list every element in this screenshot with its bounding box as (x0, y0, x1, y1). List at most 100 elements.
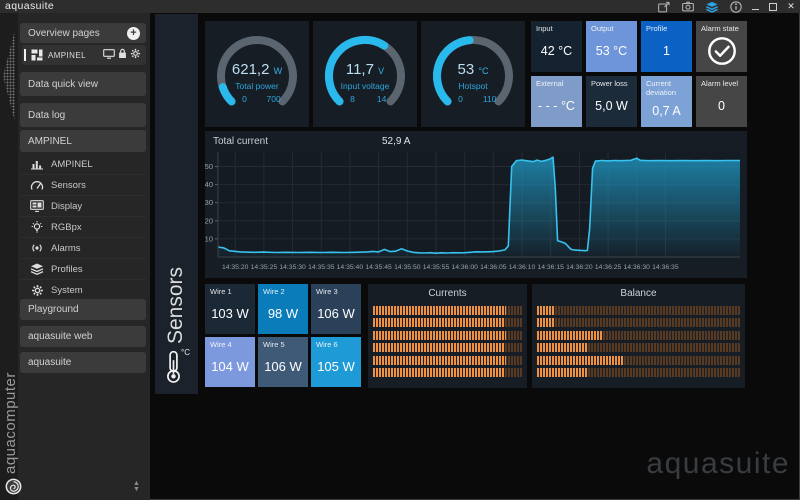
bar-list (537, 306, 740, 380)
sidebar-section-data-quick-view[interactable]: Data quick view (20, 72, 146, 96)
tile-value: 53 °C (595, 44, 628, 59)
sidebar-section-device-ampinel[interactable]: AMPINEL (20, 130, 146, 152)
info-icon[interactable] (730, 0, 742, 13)
bar-list (373, 306, 522, 380)
total-current-chart-panel: Total current 52,9 A 10 20 30 40 50 14:35:20 1… (205, 131, 747, 278)
tile-output: Output 53 °C (586, 21, 637, 72)
sidebar-item-system[interactable]: System (20, 280, 146, 301)
segment-bar (537, 343, 740, 353)
segment-bar (537, 355, 740, 365)
sidebar-section-overview-pages[interactable]: Overview pages + (20, 23, 146, 43)
svg-text:40: 40 (205, 180, 213, 189)
tile-value: 5,0 W (595, 99, 628, 114)
tile-alarm-level: Alarm level 0 (696, 76, 747, 127)
svg-text:14:35:25: 14:35:25 (251, 264, 278, 271)
sidebar-section-aquasuite[interactable]: aquasuite (20, 352, 146, 373)
tile-value: 106 W (264, 359, 302, 375)
svg-text:14:35:30: 14:35:30 (279, 264, 306, 271)
sidebar-item-alarms[interactable]: Alarms (20, 238, 146, 259)
svg-text:14:35:55: 14:35:55 (423, 264, 450, 271)
segment-bar-fill (373, 306, 506, 315)
monitor-icon[interactable] (103, 46, 115, 64)
tile-wire-3: Wire 3 106 W (311, 284, 361, 334)
aquacomputer-logo-icon (5, 478, 22, 500)
segment-bar (373, 306, 522, 315)
sidebar-section-playground[interactable]: Playground (20, 299, 146, 320)
screenshot-icon[interactable] (682, 1, 694, 13)
maximize-button[interactable] (768, 1, 778, 12)
svg-text:14:36:05: 14:36:05 (480, 264, 507, 271)
total-current-chart: 10 20 30 40 50 14:35:20 14:35:25 14:35:30 14:35:… (205, 131, 747, 283)
export-page-icon[interactable] (658, 1, 670, 13)
wire-tiles: Wire 1 103 W Wire 2 98 W Wire 3 106 W Wire 4 10… (205, 284, 361, 387)
gear-icon[interactable] (130, 46, 141, 64)
lock-icon[interactable] (118, 46, 127, 64)
segment-bar-fill (537, 330, 603, 340)
gauge-max: 700 (266, 94, 281, 104)
sidebar-section-data-log[interactable]: Data log (20, 103, 146, 127)
sidebar-item-ampinel[interactable]: AMPINEL (20, 154, 146, 175)
tile-label: Alarm state (701, 24, 739, 33)
gauge-input-voltage: 11,7 V Input voltage 8 14 (313, 21, 417, 127)
svg-text:14:36:35: 14:36:35 (652, 264, 679, 271)
tile-label: Wire 1 (210, 287, 232, 296)
sidebar-item-profiles[interactable]: Profiles (20, 259, 146, 280)
segment-bar-fill (537, 355, 625, 365)
tile-value: - - - °C (538, 99, 575, 114)
segment-bar-fill (373, 343, 505, 353)
tile-value: 105 W (317, 359, 355, 375)
svg-text:14:36:30: 14:36:30 (623, 264, 650, 271)
check-circle-icon (696, 34, 747, 73)
sidebar-item-sensors[interactable]: Sensors (20, 175, 146, 196)
tile-value: 1 (663, 44, 670, 59)
gauge-max: 14 (376, 94, 387, 104)
segment-bar (537, 367, 740, 377)
tile-value: 106 W (317, 306, 355, 322)
segment-bar-fill (373, 355, 506, 365)
svg-text:14:36:10: 14:36:10 (509, 264, 536, 271)
scroll-down-icon[interactable]: ▼ (133, 486, 140, 493)
sidebar: Overview pages + AMPINEL Data quick view… (0, 13, 150, 500)
gauge-total-power: 621,2 W Total power 0 700 (205, 21, 309, 127)
sidebar-section-aquasuite-web[interactable]: aquasuite web (20, 326, 146, 347)
currents-panel: Currents (368, 284, 527, 388)
panel-drag-handle[interactable] (3, 30, 15, 122)
segment-bar-fill (373, 318, 505, 328)
sidebar-item-label: Display (51, 200, 83, 212)
gear-icon (30, 284, 44, 297)
sidebar-item-label: Profiles (51, 263, 83, 275)
tab-sensors[interactable]: Sensors °C (155, 14, 198, 394)
tile-alarm-state: Alarm state (696, 21, 747, 72)
tile-label: Wire 5 (263, 340, 285, 349)
titlebar[interactable]: aquasuite ✕ (0, 0, 800, 13)
sidebar-item-ampinel-overview[interactable]: AMPINEL (22, 45, 146, 65)
gauge-min: 8 (350, 94, 355, 104)
segment-bar (373, 343, 522, 353)
value-tiles: Input 42 °C Output 53 °C Profile 1 Alarm state… (531, 21, 747, 127)
gauge-label: Hotspot (458, 81, 488, 91)
speedometer-icon (30, 179, 44, 191)
gauge-hotspot: 53 °C Hotspot 0 110 (421, 21, 525, 127)
add-overview-page-button[interactable]: + (127, 26, 140, 40)
tile-wire-4: Wire 4 104 W (205, 337, 255, 387)
tile-profile: Profile 1 (641, 21, 692, 72)
tile-label: Alarm level (701, 79, 739, 88)
profiles-layers-icon[interactable] (706, 1, 718, 13)
tab-unit-label: °C (181, 348, 190, 357)
gauge-max: 110 (482, 94, 497, 104)
aquasuite-watermark: aquasuite (646, 447, 790, 480)
bar-chart-icon (30, 158, 44, 170)
segment-bar-fill (373, 367, 505, 377)
close-button[interactable]: ✕ (786, 1, 796, 12)
sidebar-item-display[interactable]: Display (20, 196, 146, 217)
tile-wire-6: Wire 6 105 W (311, 337, 361, 387)
gauge-min: 0 (242, 94, 247, 104)
gauge-value: 11,7 V (345, 61, 385, 78)
sidebar-item-rgbpx[interactable]: RGBpx (20, 217, 146, 238)
sidebar-item-label: AMPINEL (51, 158, 93, 170)
tile-current-deviation: Current deviation 0,7 A (641, 76, 692, 127)
svg-text:14:36:15: 14:36:15 (537, 264, 564, 271)
segment-bar (537, 306, 740, 315)
minimize-button[interactable] (750, 1, 760, 12)
svg-text:30: 30 (205, 198, 213, 207)
